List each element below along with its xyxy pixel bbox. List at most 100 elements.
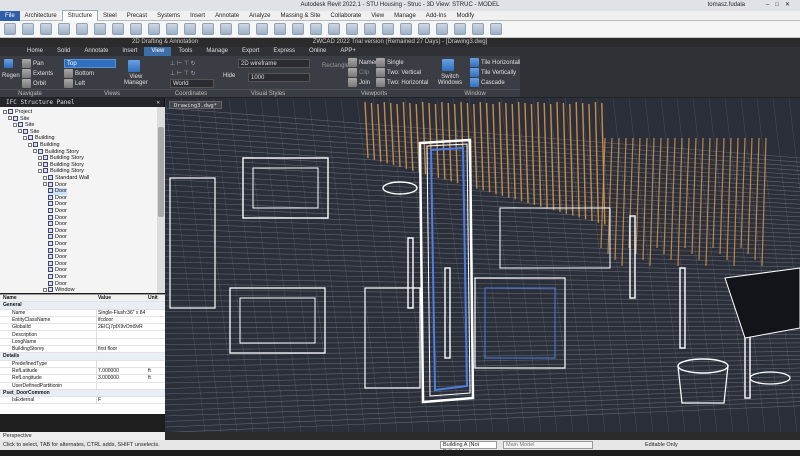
editable-only-toggle[interactable]: Editable Only [645, 440, 678, 450]
visual-value-input[interactable]: 1000 [248, 73, 310, 82]
property-group[interactable]: Details [0, 353, 165, 361]
revit-tool-icon[interactable] [454, 23, 466, 35]
revit-tool-icon[interactable] [346, 23, 358, 35]
checkbox-icon[interactable] [48, 234, 53, 240]
ucs-selector[interactable]: World [170, 79, 214, 88]
expand-icon[interactable] [28, 142, 32, 147]
zw-tab-app-[interactable]: APP+ [333, 47, 363, 56]
drawing-tab[interactable]: Drawing3.dwg* [169, 101, 223, 109]
zw-tab-insert[interactable]: Insert [115, 47, 144, 56]
two-vertical-button[interactable]: Two: Vertical [376, 68, 421, 77]
view-type-label[interactable]: Perspective [3, 433, 32, 439]
revit-tool-icon[interactable] [274, 23, 286, 35]
revit-tab-view[interactable]: View [366, 11, 389, 21]
expand-icon[interactable] [13, 122, 17, 127]
property-row[interactable]: RefLatitude 7.000000 ft [0, 368, 165, 376]
checkbox-icon[interactable] [48, 208, 53, 214]
revit-tool-icon[interactable] [238, 23, 250, 35]
property-row[interactable]: PredefinedType [0, 360, 165, 368]
two-horizontal-button[interactable]: Two: Horizontal [376, 78, 428, 87]
property-row[interactable]: LongName [0, 338, 165, 347]
close-icon[interactable]: ✕ [156, 98, 160, 107]
revit-tool-icon[interactable] [166, 23, 178, 35]
checkbox-icon[interactable] [48, 221, 53, 227]
zw-tab-view[interactable]: View [144, 47, 172, 56]
checkbox-icon[interactable] [48, 247, 53, 253]
revit-tab-steel[interactable]: Steel [98, 11, 122, 21]
property-row[interactable]: Name Single-Flush:36" x 84 [0, 309, 165, 317]
checkbox-icon[interactable] [18, 122, 23, 128]
zw-tab-export[interactable]: Export [235, 47, 266, 56]
revit-tool-icon[interactable] [220, 23, 232, 35]
checkbox-icon[interactable] [48, 201, 53, 207]
expand-icon[interactable] [38, 155, 42, 160]
expand-icon[interactable] [38, 168, 42, 173]
single-viewport-button[interactable]: Single [376, 58, 404, 67]
checkbox-icon[interactable] [23, 128, 28, 134]
property-group[interactable]: General [0, 302, 165, 310]
checkbox-icon[interactable] [48, 194, 53, 200]
checkbox-icon[interactable] [48, 175, 53, 181]
checkbox-icon[interactable] [48, 214, 53, 220]
revit-tool-icon[interactable] [22, 23, 34, 35]
switch-windows-button[interactable] [442, 59, 456, 71]
expand-icon[interactable] [8, 116, 12, 121]
model-wireframe[interactable] [165, 98, 800, 432]
checkbox-icon[interactable] [13, 115, 18, 121]
property-row[interactable]: IsExternal F [0, 397, 165, 405]
revit-tool-icon[interactable] [364, 23, 376, 35]
revit-tool-icon[interactable] [4, 23, 16, 35]
checkbox-icon[interactable] [8, 109, 13, 115]
tile-horizontally-button[interactable]: Tile Horizontally [470, 58, 523, 67]
checkbox-icon[interactable] [48, 260, 53, 266]
revit-tool-icon[interactable] [148, 23, 160, 35]
checkbox-icon[interactable] [28, 135, 33, 141]
pan-button[interactable]: Pan [22, 59, 44, 68]
revit-tool-icon[interactable] [382, 23, 394, 35]
checkbox-icon[interactable] [43, 161, 48, 167]
revit-tab-modify[interactable]: Modify [451, 11, 479, 21]
cascade-button[interactable]: Cascade [470, 78, 505, 87]
expand-icon[interactable] [18, 129, 22, 134]
revit-tool-icon[interactable] [418, 23, 430, 35]
tile-vertically-button[interactable]: Tile Vertically [470, 68, 516, 77]
expand-icon[interactable] [43, 175, 47, 180]
visual-style-select[interactable]: 2D wireframe [238, 59, 310, 68]
revit-tab-file[interactable]: File [0, 10, 20, 21]
expand-icon[interactable] [23, 135, 27, 140]
expand-icon[interactable] [43, 287, 47, 292]
checkbox-icon[interactable] [43, 168, 48, 174]
ucs-icons-2[interactable]: ⊥ ⊢ ⊤ ↻ [170, 70, 196, 78]
workset-dropdown[interactable]: Building A (Not Editable) [440, 441, 497, 455]
expand-icon[interactable] [33, 149, 37, 154]
property-row[interactable]: Description [0, 331, 165, 339]
property-row[interactable]: RefLongitude 3.000000 ft [0, 375, 165, 383]
property-group[interactable]: Pset_DoorCommon [0, 389, 165, 398]
revit-tool-icon[interactable] [58, 23, 70, 35]
expand-icon[interactable] [43, 182, 47, 187]
revit-tool-icon[interactable] [40, 23, 52, 35]
revit-tool-icon[interactable] [112, 23, 124, 35]
revit-tab-massing-site[interactable]: Massing & Site [275, 11, 325, 21]
checkbox-icon[interactable] [48, 188, 53, 194]
property-row[interactable]: BuildingStorey first floor [0, 346, 165, 354]
extents-button[interactable]: Extents [22, 69, 53, 78]
revit-tab-precast[interactable]: Precast [122, 11, 152, 21]
revit-tool-icon[interactable] [76, 23, 88, 35]
checkbox-icon[interactable] [48, 287, 53, 293]
expand-icon[interactable] [38, 162, 42, 167]
ucs-icons[interactable]: ⊥ ⊢ ⊤ ↻ [170, 60, 196, 68]
revit-tab-insert[interactable]: Insert [185, 11, 210, 21]
zw-tab-solid[interactable]: Solid [50, 47, 77, 56]
design-option-dropdown[interactable]: Main Model [503, 441, 593, 449]
join-viewport-button[interactable]: Join [348, 78, 370, 87]
view-bottom-item[interactable]: Bottom [64, 69, 94, 78]
view-manager-button[interactable] [128, 60, 142, 72]
revit-tab-manage[interactable]: Manage [389, 11, 421, 21]
view-top-item[interactable]: Top [64, 59, 116, 68]
revit-tab-add-ins[interactable]: Add-Ins [421, 11, 452, 21]
property-header-cell[interactable]: Value [98, 295, 111, 302]
revit-tool-icon[interactable] [328, 23, 340, 35]
revit-tool-icon[interactable] [436, 23, 448, 35]
revit-tab-architecture[interactable]: Architecture [20, 11, 62, 21]
